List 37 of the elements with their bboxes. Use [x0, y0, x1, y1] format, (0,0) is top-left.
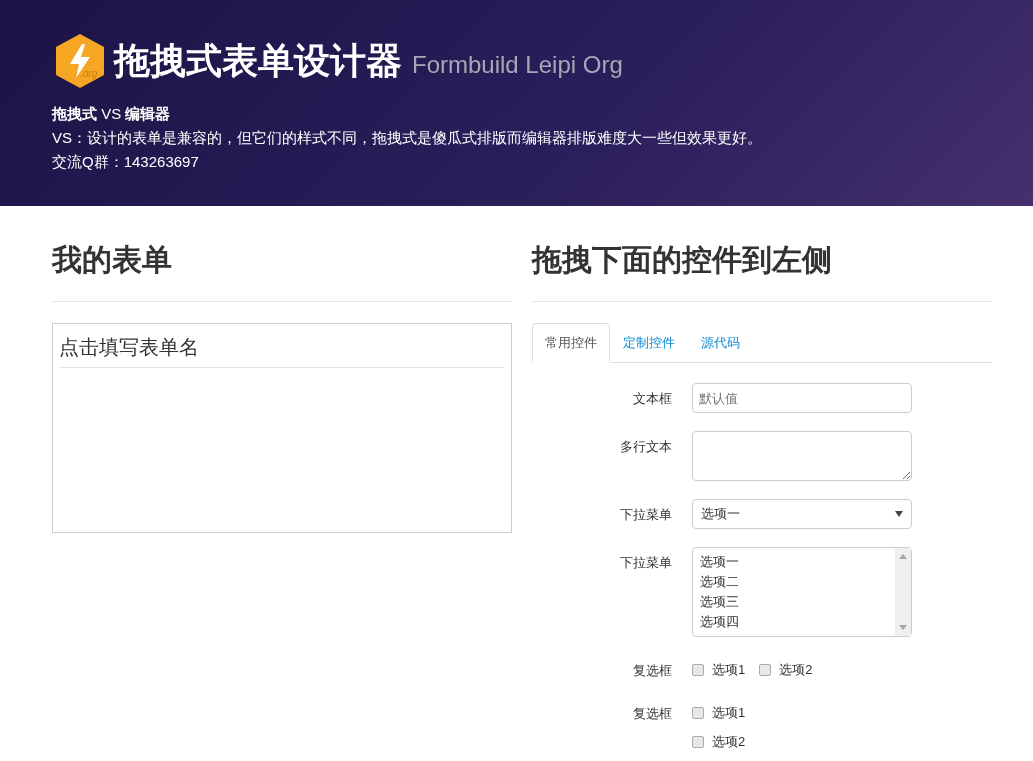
checkbox[interactable]	[759, 664, 772, 676]
checkbox-label: 选项2	[712, 733, 746, 751]
checkbox-label: 选项1	[712, 661, 746, 679]
section-heading: 拖拽下面的控件到左侧	[532, 240, 992, 302]
field-label: 下拉菜单	[619, 554, 673, 572]
dropdown-select[interactable]: 选项一	[692, 499, 912, 529]
list-option[interactable]: 选项三	[700, 592, 888, 612]
checkbox[interactable]	[692, 707, 704, 719]
tab[interactable]: 常用控件	[532, 323, 610, 363]
caret-icon	[895, 511, 903, 517]
scrollbar[interactable]	[895, 548, 911, 636]
contact-text: 交流Q群：143263697	[52, 152, 200, 172]
checkbox[interactable]	[692, 736, 704, 748]
app-subtitle: Formbuild Leipi Org	[412, 51, 623, 79]
scroll-up-icon[interactable]	[899, 554, 907, 559]
app-title: 拖拽式表单设计器	[114, 38, 402, 83]
description-text: VS：设计的表单是兼容的，但它们的样式不同，拖拽式是傻瓜式排版而编辑器排版难度大一些但效果更好。	[52, 128, 763, 148]
list-option[interactable]: 选项四	[700, 612, 888, 632]
tab[interactable]: 定制控件	[610, 323, 688, 363]
list-option[interactable]: 选项一	[700, 552, 888, 572]
textarea-field[interactable]	[692, 431, 912, 481]
text-field[interactable]: 默认值	[692, 383, 912, 413]
checkbox-label: 选项1	[712, 704, 746, 722]
listbox[interactable]: 选项一 选项二 选项三 选项四	[692, 547, 912, 637]
field-label: 多行文本	[619, 438, 673, 456]
tab[interactable]: 源代码	[688, 323, 753, 363]
section-heading: 我的表单	[52, 240, 512, 302]
comparison-title: 拖拽式 VS 编辑器	[52, 104, 172, 124]
checkbox[interactable]	[692, 664, 704, 676]
scroll-down-icon[interactable]	[899, 625, 907, 630]
field-label: 复选框	[632, 705, 673, 723]
field-label: 复选框	[632, 662, 673, 680]
checkbox-label: 选项2	[779, 661, 813, 679]
list-option[interactable]: 选项二	[700, 572, 888, 592]
form-name-field[interactable]: 点击填写表单名	[59, 334, 505, 368]
field-label: 文本框	[632, 390, 673, 408]
field-label: 下拉菜单	[619, 506, 673, 524]
